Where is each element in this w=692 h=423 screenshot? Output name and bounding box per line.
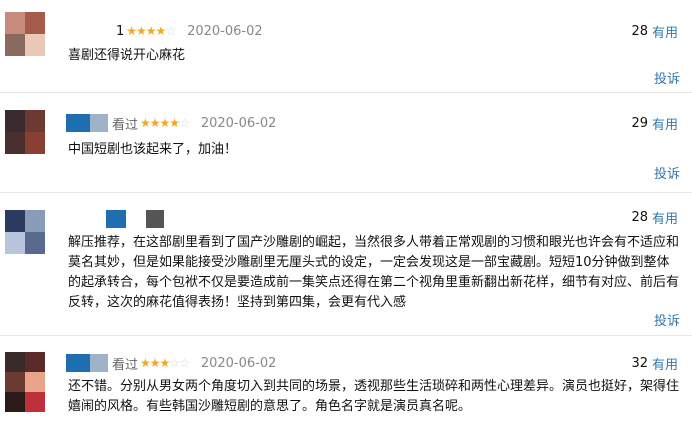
avatar[interactable] — [5, 110, 45, 154]
comment-text-line: 解压推荐，在这部剧里看到了国产沙雕剧的崛起，当然很多人带着正常观剧的习惯和眼光也… — [68, 235, 680, 250]
vote-count: 28 — [631, 209, 648, 225]
vote-area: 28 有用 — [631, 22, 678, 41]
username[interactable] — [66, 114, 108, 132]
comment-meta: 看过 ★★★★☆ 2020-06-02 — [66, 114, 277, 133]
comment-text-line: 的起承转合，每个包袱不仅是要造成前一集笑点还得在第二个视角里重新翻出新花样，细节… — [68, 275, 680, 290]
vote-count: 29 — [631, 115, 648, 131]
comment-date: 2020-06-02 — [187, 23, 263, 39]
useful-link[interactable]: 有用 — [652, 208, 678, 227]
comment-text: 解压推荐，在这部剧里看到了国产沙雕剧的崛起，当然很多人带着正常观剧的习惯和眼光也… — [68, 233, 682, 313]
comment-meta: 1 ★★★★☆ 2020-06-02 — [116, 22, 263, 40]
comment-meta — [66, 210, 168, 228]
vote-area: 28 有用 — [631, 208, 678, 227]
report-link[interactable]: 投诉 — [654, 163, 680, 182]
comment-text-line: 莫名其妙，但是如果能接受沙雕剧里无厘头式的设定，一定会发现这是一部宝藏剧。短短1… — [68, 255, 670, 270]
avatar[interactable] — [5, 352, 45, 412]
comment-text: 还不错。分别从男女两个角度切入到共同的场景，透视那些生活琐碎和两性心理差异。演员… — [68, 377, 682, 417]
useful-link[interactable]: 有用 — [652, 22, 678, 41]
watch-status: 看过 — [112, 117, 139, 133]
report-link[interactable]: 投诉 — [654, 310, 680, 329]
rating-stars: ★★★☆☆ — [140, 356, 190, 370]
comment-text: 喜剧还得说开心麻花 — [68, 48, 186, 63]
comment-text-line: 反转，这次的麻花值得表扬！坚持到第四集，会更有代入感 — [68, 295, 407, 310]
comment-date: 2020-06-02 — [200, 355, 277, 371]
report-link[interactable]: 投诉 — [654, 68, 680, 87]
comment-list: 1 ★★★★☆ 2020-06-02 28 有用 喜剧还得说开心麻花 投诉 看过… — [0, 0, 692, 423]
vote-area: 29 有用 — [631, 114, 678, 133]
rating-stars: ★★★★☆ — [140, 116, 190, 130]
comment-text-line: 嬉闹的风格。有些韩国沙雕短剧的意思了。角色名字就是演员真名呢。 — [68, 399, 472, 414]
comment-date: 2020-06-02 — [200, 115, 277, 131]
username[interactable] — [66, 354, 108, 372]
divider — [0, 335, 692, 336]
vote-count: 32 — [631, 355, 648, 371]
avatar[interactable] — [5, 12, 45, 56]
useful-link[interactable]: 有用 — [652, 354, 678, 373]
useful-link[interactable]: 有用 — [652, 114, 678, 133]
username-fragment[interactable]: 1 — [116, 24, 124, 39]
vote-area: 32 有用 — [631, 354, 678, 373]
comment-text-line: 还不错。分别从男女两个角度切入到共同的场景，透视那些生活琐碎和两性心理差异。演员… — [68, 379, 680, 394]
comment-meta: 看过 ★★★☆☆ 2020-06-02 — [66, 354, 277, 373]
watch-status: 看过 — [112, 357, 139, 373]
vote-count: 28 — [631, 23, 648, 39]
rating-stars: ★★★★☆ — [126, 24, 176, 38]
comment-text: 中国短剧也该起来了，加油！ — [68, 142, 238, 157]
avatar[interactable] — [5, 210, 45, 254]
divider — [0, 192, 692, 193]
username[interactable] — [66, 210, 164, 228]
divider — [0, 92, 692, 93]
